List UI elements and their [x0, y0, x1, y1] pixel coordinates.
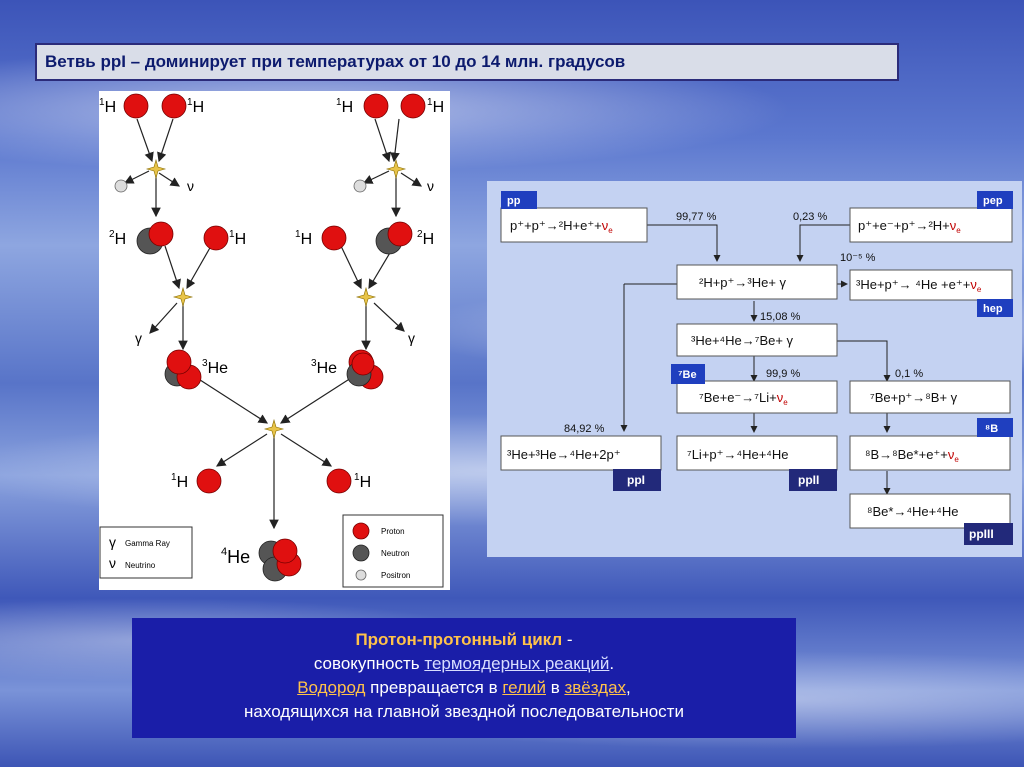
branch-tags: pp pep hep ⁷Be ⁸B ppI ppII ppIII	[501, 191, 1013, 545]
reaction-pp: p⁺+p⁺→²H+e⁺+νe	[510, 218, 613, 235]
definition-line-1: Протон-протонный цикл -	[355, 630, 573, 649]
gamma-symbol: γ	[135, 330, 142, 346]
slide-title: Ветвь ppI – доминирует при температурах …	[45, 52, 626, 71]
svg-text:0,1 %: 0,1 %	[895, 368, 923, 380]
definition-term: Протон-протонный цикл	[355, 630, 563, 649]
positron	[353, 179, 367, 193]
collision-star	[385, 158, 407, 180]
definition-box: Протон-протонный цикл - совокупность тер…	[132, 618, 796, 738]
legend-symbols: γ Gamma Ray ν Neutrino	[99, 526, 193, 579]
legend-particles: Proton Neutron Positron	[342, 514, 444, 588]
h1-label: 1H	[295, 229, 312, 248]
deuterium-nucleus	[136, 221, 174, 255]
svg-text:ppIII: ppIII	[969, 527, 994, 541]
deuterium-nucleus	[375, 221, 413, 255]
svg-text:Proton: Proton	[381, 527, 405, 536]
he3-label: 3He	[311, 358, 337, 377]
reaction-he3: ²H+p⁺→³He+ γ	[699, 275, 787, 290]
neutrino-symbol: ν	[427, 178, 434, 194]
svg-text:99,9 %: 99,9 %	[766, 368, 800, 380]
svg-text:Neutrino: Neutrino	[125, 561, 156, 570]
svg-text:Gamma Ray: Gamma Ray	[125, 539, 170, 548]
pp-chain-flowchart: p⁺+p⁺→²H+e⁺+νe p⁺+e⁻+p⁺→²H+νe ²H+p⁺→³He+…	[487, 181, 1022, 557]
reaction-pep: p⁺+e⁻+p⁺→²H+νe	[858, 218, 961, 235]
proton	[196, 468, 222, 494]
neutrino-symbol: ν	[187, 178, 194, 194]
reaction-be8: ⁸B→⁸Be*+e⁺+νe	[865, 447, 959, 464]
h2-label: 2H	[417, 229, 434, 248]
collision-star	[263, 418, 285, 440]
helium3-nucleus	[164, 349, 202, 390]
svg-text:15,08 %: 15,08 %	[760, 311, 801, 323]
link-thermonuclear-reactions[interactable]: термоядерных реакций	[424, 654, 609, 673]
svg-text:Positron: Positron	[381, 571, 410, 580]
positron	[114, 179, 128, 193]
svg-text:99,77 %: 99,77 %	[676, 211, 717, 223]
link-stars[interactable]: звёздах	[564, 678, 626, 697]
reaction-arrows	[123, 118, 423, 530]
h1-label: 1H	[171, 472, 188, 491]
h2-label: 2H	[109, 229, 126, 248]
link-hydrogen[interactable]: Водород	[297, 678, 365, 697]
svg-text:84,92 %: 84,92 %	[564, 423, 605, 435]
svg-text:ppII: ppII	[798, 473, 819, 487]
helium4-nucleus	[258, 538, 302, 582]
he4-label: 4He	[221, 546, 250, 567]
collision-stars	[145, 158, 407, 440]
svg-text:ppI: ppI	[627, 473, 645, 487]
h1-label: 1H	[229, 229, 246, 248]
slide-title-bar: Ветвь ppI – доминирует при температурах …	[35, 43, 899, 81]
svg-text:pp: pp	[507, 195, 521, 207]
definition-line-3: Водород превращается в гелий в звёздах,	[297, 678, 631, 697]
svg-text:⁸B: ⁸B	[985, 423, 998, 435]
svg-text:10⁻⁵ %: 10⁻⁵ %	[840, 252, 876, 264]
h1-label: 1H	[99, 97, 116, 116]
collision-star	[355, 286, 377, 308]
h1-label: 1H	[354, 472, 371, 491]
svg-text:hep: hep	[983, 303, 1003, 315]
he3-label: 3He	[202, 358, 228, 377]
reaction-ppi: ³He+³He→⁴He+2p⁺	[507, 447, 621, 462]
reaction-li7: ⁷Be+e⁻→⁷Li+νe	[699, 390, 788, 407]
reaction-boxes	[500, 207, 1013, 529]
definition-line-4: находящихся на главной звездной последов…	[244, 702, 684, 721]
h1-label: 1H	[427, 97, 444, 116]
proton	[400, 93, 426, 119]
reaction-be7: ³He+⁴He→⁷Be+ γ	[691, 333, 794, 348]
svg-text:γ: γ	[109, 534, 116, 550]
pp-chain-diagram: 1H 1H 1H 1H ν ν 2H 1H 1H 2H γ γ 3He 3He …	[99, 91, 450, 590]
gamma-symbol: γ	[408, 330, 415, 346]
proton	[321, 225, 347, 251]
svg-text:Neutron: Neutron	[381, 549, 409, 558]
proton	[203, 225, 229, 251]
svg-text:pep: pep	[983, 195, 1003, 207]
proton	[363, 93, 389, 119]
h1-label: 1H	[187, 97, 204, 116]
reaction-hep: ³He+p⁺→ ⁴He +e⁺+νe	[856, 277, 982, 294]
proton	[123, 93, 149, 119]
pp-chain-svg: 1H 1H 1H 1H ν ν 2H 1H 1H 2H γ γ 3He 3He …	[99, 93, 444, 588]
helium3-nucleus	[346, 349, 384, 390]
definition-line-2: совокупность термоядерных реакций.	[313, 654, 615, 673]
reaction-b8: ⁷Be+p⁺→⁸B+ γ	[870, 390, 958, 405]
link-helium[interactable]: гелий	[502, 678, 546, 697]
proton	[161, 93, 187, 119]
reaction-ppiii: ⁸Be*→⁴He+⁴He	[867, 504, 958, 519]
h1-label: 1H	[336, 97, 353, 116]
proton	[326, 468, 352, 494]
svg-text:⁷Be: ⁷Be	[678, 369, 697, 381]
svg-text:ν: ν	[109, 555, 116, 571]
svg-text:0,23 %: 0,23 %	[793, 211, 827, 223]
reaction-ppii: ⁷Li+p⁺→⁴He+⁴He	[687, 447, 789, 462]
flowchart-svg: p⁺+p⁺→²H+e⁺+νe p⁺+e⁻+p⁺→²H+νe ²H+p⁺→³He+…	[500, 191, 1013, 545]
